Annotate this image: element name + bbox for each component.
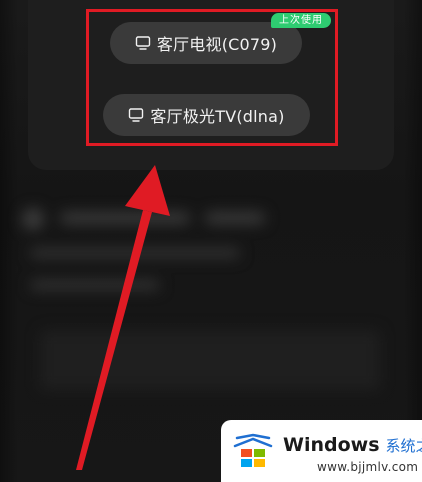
screen: 客厅电视(C079) 上次使用 客厅极光TV(dlna) Windows 系统 … <box>0 0 422 482</box>
watermark-brand: Windows <box>283 434 380 456</box>
windows-logo-icon <box>233 433 273 467</box>
watermark-url: www.bjjmlv.com <box>317 460 419 474</box>
watermark-title: Windows 系统之家 <box>283 434 422 456</box>
watermark: Windows 系统之家 www.bjjmlv.com <box>221 420 422 482</box>
watermark-brand-cn: 系统之家 <box>385 437 422 455</box>
highlight-box <box>86 9 338 146</box>
